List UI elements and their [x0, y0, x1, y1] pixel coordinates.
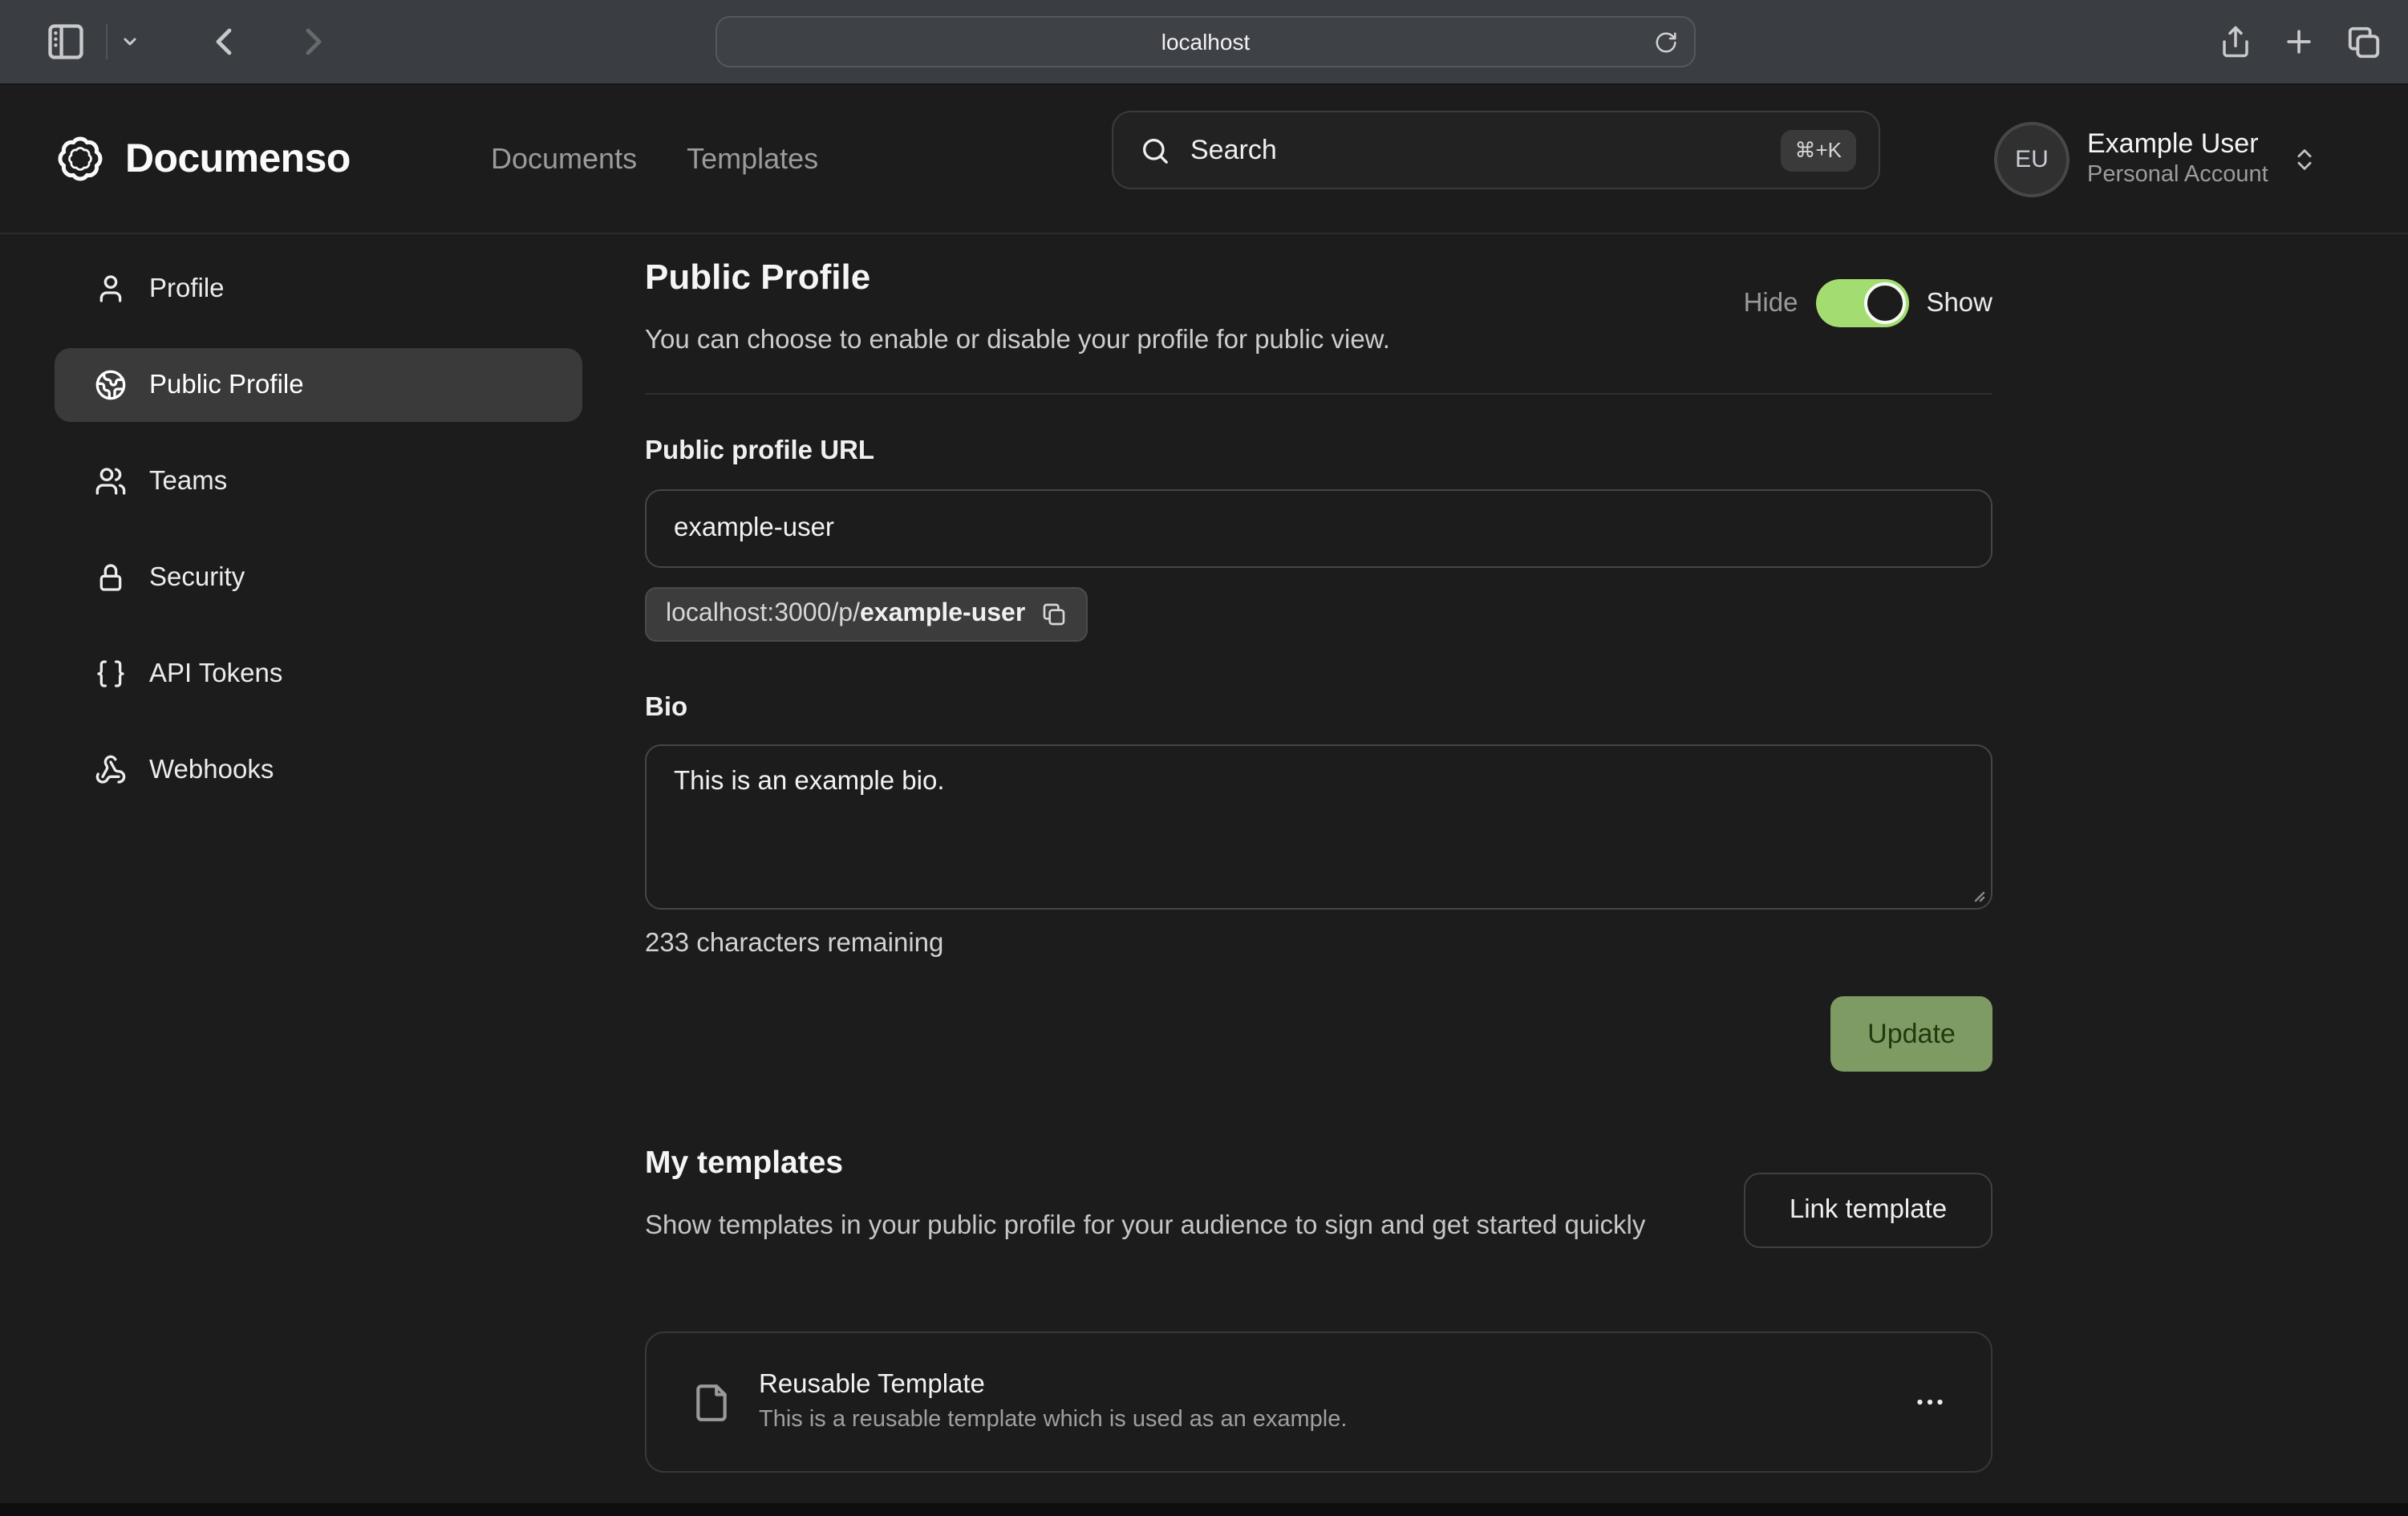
- documenso-logo-icon: [56, 135, 104, 183]
- profile-visibility-switch[interactable]: [1815, 279, 1908, 327]
- search-box[interactable]: ⌘+K: [1112, 111, 1880, 189]
- address-bar-url: localhost: [1161, 29, 1251, 55]
- tab-overview-icon[interactable]: [2345, 23, 2382, 60]
- webhook-icon: [95, 754, 127, 786]
- copy-icon[interactable]: [1041, 602, 1067, 627]
- users-icon: [95, 465, 127, 497]
- section-divider: [645, 393, 1992, 395]
- toolbar-divider: [106, 24, 107, 59]
- template-name: Reusable Template: [759, 1368, 1347, 1402]
- bio-label: Bio: [645, 693, 687, 724]
- toggle-show-label: Show: [1926, 288, 1992, 318]
- sidebar-item-webhooks[interactable]: Webhooks: [55, 733, 582, 807]
- sidebar-item-profile[interactable]: Profile: [55, 252, 582, 326]
- brand-name: Documenso: [125, 136, 351, 182]
- forward-button[interactable]: [294, 22, 332, 61]
- url-preview-text: localhost:3000/p/example-user: [666, 600, 1025, 629]
- my-templates-description: Show templates in your public profile fo…: [645, 1208, 1768, 1245]
- search-shortcut-badge: ⌘+K: [1780, 129, 1856, 171]
- main-content: Public Profile Hide Show You can choose …: [645, 236, 1992, 1503]
- ellipsis-icon: [1914, 1386, 1946, 1418]
- toggle-hide-label: Hide: [1744, 288, 1798, 318]
- avatar-initials: EU: [2015, 145, 2049, 172]
- window-bottom-edge: [0, 1503, 2408, 1516]
- update-button[interactable]: Update: [1830, 996, 1992, 1072]
- profile-visibility-toggle-row: Hide Show: [1744, 279, 1992, 327]
- chevrons-up-down-icon: [2291, 145, 2318, 172]
- bio-char-counter: 233 characters remaining: [645, 929, 943, 959]
- lock-icon: [95, 561, 127, 594]
- link-template-button[interactable]: Link template: [1744, 1173, 1992, 1248]
- share-icon[interactable]: [2219, 22, 2252, 61]
- sidebar-item-api-tokens[interactable]: API Tokens: [55, 637, 582, 711]
- sidebar-item-security[interactable]: Security: [55, 541, 582, 614]
- reload-icon[interactable]: [1654, 30, 1678, 55]
- back-button[interactable]: [205, 22, 244, 61]
- settings-sidebar: Profile Public Profile Teams Security AP…: [55, 252, 582, 829]
- public-profile-url-input[interactable]: [645, 489, 1992, 568]
- sidebar-item-label: Webhooks: [149, 755, 274, 785]
- browser-toolbar: localhost: [0, 0, 2408, 85]
- globe-icon: [95, 369, 127, 401]
- top-nav: Documents Templates: [491, 85, 818, 233]
- file-icon: [691, 1382, 732, 1422]
- template-list-item[interactable]: Reusable Template This is a reusable tem…: [645, 1332, 1992, 1473]
- resize-grip-icon[interactable]: [1967, 884, 1986, 903]
- sidebar-item-label: Public Profile: [149, 370, 304, 400]
- user-name: Example User: [2087, 128, 2268, 160]
- sidebar-item-public-profile[interactable]: Public Profile: [55, 348, 582, 422]
- braces-icon: [95, 658, 127, 690]
- search-icon: [1139, 134, 1171, 166]
- avatar: EU: [1994, 121, 2070, 197]
- public-profile-url-label: Public profile URL: [645, 436, 874, 467]
- public-profile-url-preview[interactable]: localhost:3000/p/example-user: [645, 587, 1088, 642]
- sidebar-item-label: API Tokens: [149, 659, 282, 689]
- new-tab-icon[interactable]: [2281, 24, 2317, 59]
- template-description: This is a reusable template which is use…: [759, 1405, 1347, 1436]
- page-subtitle: You can choose to enable or disable your…: [645, 326, 1390, 356]
- my-templates-title: My templates: [645, 1145, 843, 1182]
- sidebar-toggle-icon[interactable]: [45, 21, 87, 63]
- switch-knob: [1863, 282, 1905, 324]
- page-title: Public Profile: [645, 257, 870, 298]
- template-actions-menu[interactable]: [1914, 1386, 1946, 1418]
- brand[interactable]: Documenso: [56, 85, 351, 233]
- app-window: Documenso Documents Templates ⌘+K EU Exa…: [0, 85, 2408, 1503]
- sidebar-item-teams[interactable]: Teams: [55, 444, 582, 518]
- app-header: Documenso Documents Templates ⌘+K EU Exa…: [0, 85, 2408, 234]
- screen: localhost Documenso: [0, 0, 2408, 1516]
- user-icon: [95, 273, 127, 305]
- search-input[interactable]: [1190, 134, 1761, 166]
- sidebar-item-label: Security: [149, 562, 245, 593]
- sidebar-item-label: Profile: [149, 274, 225, 304]
- toolbar-chevron-down-icon[interactable]: [87, 32, 140, 51]
- user-menu[interactable]: EU Example User Personal Account: [1994, 85, 2318, 233]
- nav-documents[interactable]: Documents: [491, 142, 637, 176]
- user-account-type: Personal Account: [2087, 160, 2268, 189]
- bio-textarea[interactable]: This is an example bio.: [645, 744, 1992, 910]
- address-bar[interactable]: localhost: [716, 16, 1696, 67]
- sidebar-item-label: Teams: [149, 466, 227, 497]
- nav-templates[interactable]: Templates: [687, 142, 818, 176]
